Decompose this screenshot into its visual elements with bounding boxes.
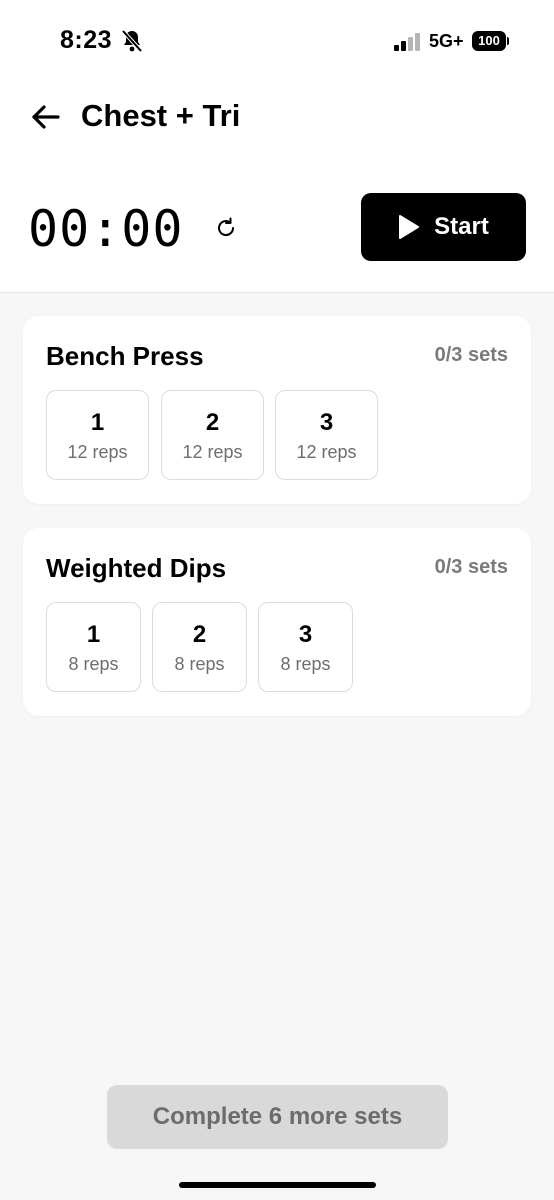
set-chip-2[interactable]: 2 8 reps	[152, 602, 247, 692]
set-chip-1[interactable]: 1 12 reps	[46, 390, 149, 480]
battery-icon: 100	[472, 31, 509, 51]
set-reps: 8 reps	[280, 654, 331, 674]
status-bar: 8:23 5G+ 100	[0, 0, 554, 80]
start-button[interactable]: Start	[361, 193, 526, 261]
play-icon	[399, 215, 420, 239]
set-chip-2[interactable]: 2 12 reps	[161, 390, 264, 480]
battery-tip	[507, 37, 509, 45]
set-reps: 8 reps	[174, 654, 225, 674]
set-reps: 12 reps	[67, 442, 128, 462]
set-reps: 12 reps	[296, 442, 357, 462]
exercise-name: Weighted Dips	[46, 553, 227, 583]
home-indicator[interactable]	[179, 1182, 376, 1188]
status-time: 8:23	[60, 26, 113, 54]
bell-slash-icon	[121, 29, 143, 53]
set-number: 1	[90, 409, 105, 436]
page-title: Chest + Tri	[81, 98, 241, 133]
set-number: 3	[319, 409, 334, 436]
set-number: 2	[192, 621, 207, 648]
network-label: 5G+	[429, 31, 464, 51]
timer-display: 00:00	[28, 200, 184, 258]
timer-row: 00:00 Start	[0, 190, 554, 265]
complete-sets-label: Complete 6 more sets	[152, 1103, 403, 1130]
sets-progress: 0/3 sets	[434, 556, 508, 578]
signal-icon	[394, 33, 420, 51]
set-number: 3	[298, 621, 313, 648]
battery-level: 100	[472, 31, 506, 51]
refresh-icon[interactable]	[213, 215, 239, 241]
set-chip-3[interactable]: 3 8 reps	[258, 602, 353, 692]
top-area: 8:23 5G+ 100 Chest + Tri 00:00 Start	[0, 0, 554, 293]
complete-sets-button[interactable]: Complete 6 more sets	[107, 1085, 448, 1149]
exercise-name: Bench Press	[46, 341, 204, 371]
exercise-card-weighted-dips: Weighted Dips 0/3 sets 1 8 reps 2 8 reps…	[23, 528, 531, 716]
header: Chest + Tri	[0, 90, 554, 145]
start-label: Start	[434, 213, 489, 240]
set-reps: 12 reps	[182, 442, 243, 462]
exercise-card-bench-press: Bench Press 0/3 sets 1 12 reps 2 12 reps…	[23, 316, 531, 504]
set-number: 1	[86, 621, 101, 648]
set-reps: 8 reps	[68, 654, 119, 674]
sets-progress: 0/3 sets	[434, 344, 508, 366]
arrow-left-icon[interactable]	[28, 100, 62, 134]
set-number: 2	[205, 409, 220, 436]
set-chip-3[interactable]: 3 12 reps	[275, 390, 378, 480]
set-chip-1[interactable]: 1 8 reps	[46, 602, 141, 692]
